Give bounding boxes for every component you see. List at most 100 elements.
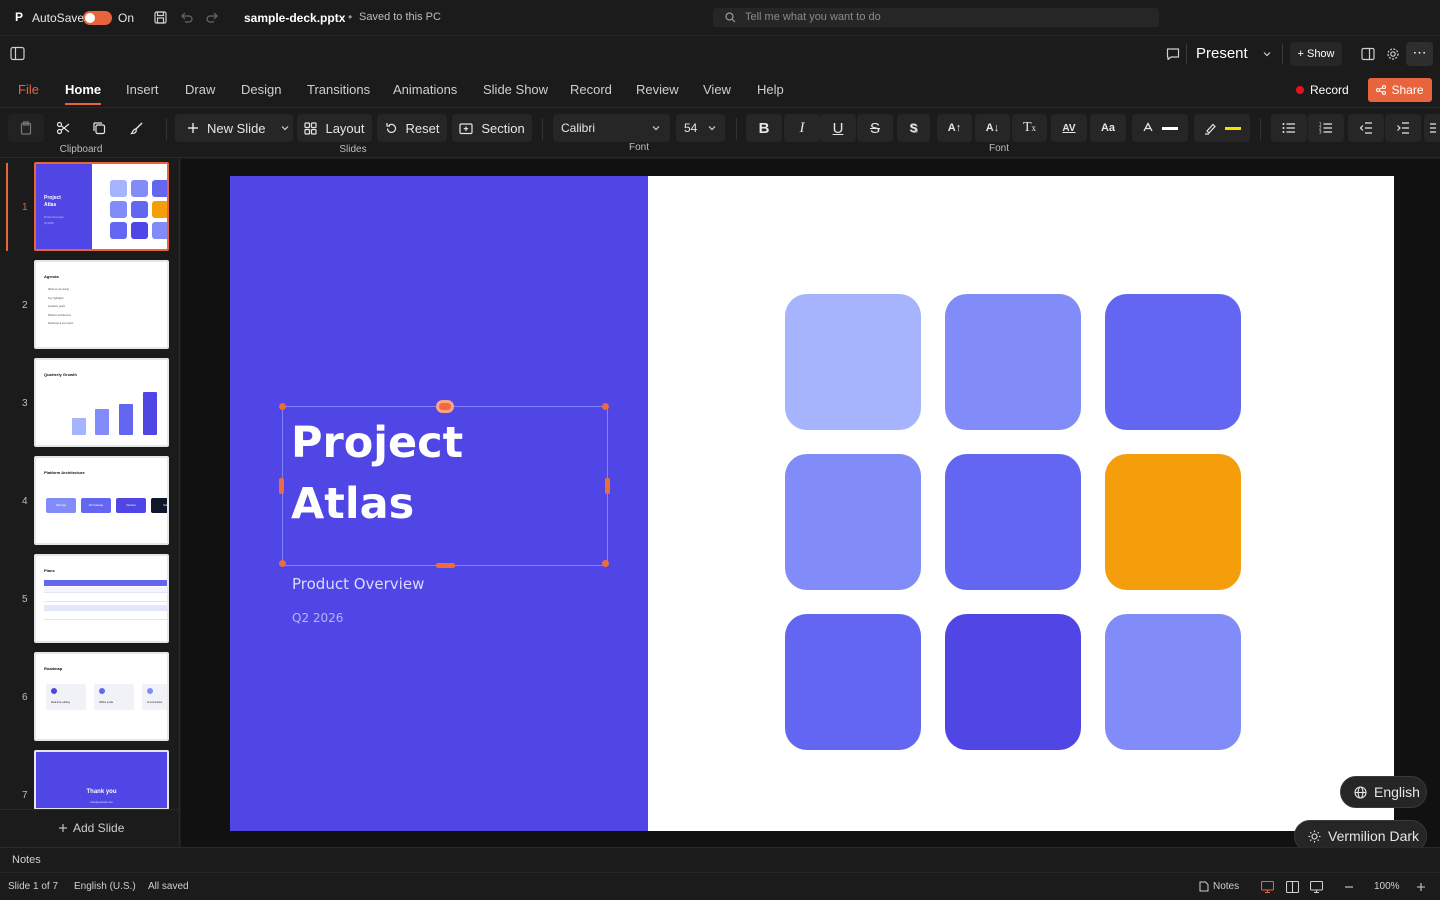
- home-ribbon: Clipboard New Slide Layout Reset Section…: [0, 108, 1440, 158]
- clear-formatting-button[interactable]: Tx: [1012, 114, 1047, 142]
- grid-tile[interactable]: [785, 294, 921, 430]
- bullets-button[interactable]: [1271, 114, 1307, 142]
- slide-date[interactable]: Q2 2026: [292, 611, 343, 625]
- grid-tile[interactable]: [945, 614, 1081, 750]
- language-button[interactable]: English: [1340, 776, 1427, 808]
- tab-draw[interactable]: Draw: [185, 72, 215, 108]
- slide-thumbnail-1[interactable]: Project Atlas Product Overview Q2 2026: [34, 162, 169, 251]
- tab-help[interactable]: Help: [757, 72, 784, 108]
- tab-transitions[interactable]: Transitions: [307, 72, 370, 108]
- more-options-icon[interactable]: ⋯: [1406, 42, 1433, 66]
- settings-gear-icon[interactable]: [1386, 47, 1400, 61]
- language-status[interactable]: English (U.S.): [74, 881, 136, 892]
- normal-view-icon[interactable]: [1261, 881, 1274, 893]
- tab-animations[interactable]: Animations: [393, 72, 457, 108]
- notes-bar[interactable]: Notes: [0, 847, 1440, 872]
- italic-button[interactable]: I: [784, 114, 820, 142]
- zoom-level[interactable]: 100%: [1374, 881, 1400, 892]
- resize-handle[interactable]: [279, 403, 286, 410]
- slide-thumbnail-2[interactable]: Agenda What we are doing Key highlights …: [34, 260, 169, 349]
- resize-handle[interactable]: [436, 563, 455, 568]
- grid-tile[interactable]: [1105, 294, 1241, 430]
- resize-handle[interactable]: [602, 403, 609, 410]
- redo-icon[interactable]: [206, 11, 219, 24]
- slide-subtitle[interactable]: Product Overview: [292, 575, 424, 593]
- grid-tile[interactable]: [785, 454, 921, 590]
- character-spacing-icon: AV: [1062, 122, 1076, 134]
- bold-button[interactable]: B: [746, 114, 782, 142]
- slide-thumbnail-7[interactable]: Thank you hello@example.com: [34, 750, 169, 810]
- tab-home[interactable]: Home: [65, 72, 102, 108]
- zoom-in-icon[interactable]: [1416, 882, 1426, 892]
- search-box[interactable]: Tell me what you want to do: [713, 8, 1159, 27]
- grid-tile[interactable]: [945, 294, 1081, 430]
- grid-tile[interactable]: [785, 614, 921, 750]
- increase-indent-button[interactable]: [1385, 114, 1421, 142]
- tab-view[interactable]: View: [703, 72, 731, 108]
- tab-slide-show[interactable]: Slide Show: [483, 72, 548, 108]
- tab-insert[interactable]: Insert: [126, 72, 159, 108]
- new-slide-button[interactable]: New Slide: [175, 114, 293, 142]
- font-size-select[interactable]: 54: [676, 114, 725, 142]
- sorter-view-icon[interactable]: [1286, 881, 1299, 893]
- increase-font-button[interactable]: A↑: [937, 114, 972, 142]
- tab-file[interactable]: File: [18, 72, 39, 108]
- decrease-font-button[interactable]: A↓: [975, 114, 1010, 142]
- font-color-button[interactable]: [1132, 114, 1188, 142]
- present-button[interactable]: Present: [1196, 45, 1248, 62]
- highlight-color-button[interactable]: [1194, 114, 1250, 142]
- slide-thumbnail-3[interactable]: Quarterly Growth: [34, 358, 169, 447]
- comments-icon[interactable]: [1166, 47, 1180, 61]
- grid-tile-accent[interactable]: [1105, 454, 1241, 590]
- slide-thumbnail-4[interactable]: Platform Architecture Web App API Gatewa…: [34, 456, 169, 545]
- copy-button[interactable]: [83, 114, 115, 142]
- numbering-button[interactable]: 123: [1308, 114, 1344, 142]
- resize-handle[interactable]: [279, 478, 284, 494]
- resize-handle[interactable]: [605, 478, 610, 494]
- font-name-select[interactable]: Calibri: [553, 114, 670, 142]
- title-textbox[interactable]: Project Atlas: [279, 400, 610, 568]
- slide-1[interactable]: Project Atlas Product Overview Q2 2026: [230, 176, 1394, 831]
- notes-icon: [1199, 881, 1209, 892]
- undo-icon[interactable]: [180, 11, 193, 24]
- resize-handle[interactable]: [602, 560, 609, 567]
- section-button[interactable]: Section: [452, 114, 532, 142]
- slide-thumbnail-5[interactable]: Plans: [34, 554, 169, 643]
- present-dropdown-icon[interactable]: [1262, 49, 1272, 59]
- cut-button[interactable]: [47, 114, 79, 142]
- change-case-button[interactable]: Aa: [1090, 114, 1126, 142]
- paste-button[interactable]: [8, 114, 44, 142]
- reset-button[interactable]: Reset: [377, 114, 447, 142]
- tab-review[interactable]: Review: [636, 72, 679, 108]
- more-ribbon-button[interactable]: [1424, 114, 1440, 142]
- save-icon[interactable]: [154, 11, 167, 24]
- format-painter-button[interactable]: [119, 114, 155, 142]
- slide-thumbnail-6[interactable]: Roadmap Real-time editing Offline mode A…: [34, 652, 169, 741]
- record-button[interactable]: Record: [1296, 81, 1349, 99]
- strikethrough-button[interactable]: S: [857, 114, 893, 142]
- text-shadow-button[interactable]: S: [897, 114, 930, 142]
- rotate-handle[interactable]: [436, 400, 454, 413]
- show-button[interactable]: + Show: [1290, 42, 1342, 66]
- thumb6-card-text: Real-time editing: [51, 701, 70, 704]
- zoom-out-icon[interactable]: [1344, 882, 1354, 892]
- autosave-toggle[interactable]: [83, 11, 112, 25]
- sidebar-toggle-icon[interactable]: [10, 46, 25, 61]
- notes-toggle[interactable]: Notes: [1199, 881, 1239, 892]
- add-slide-button[interactable]: Add Slide: [58, 821, 124, 835]
- thumb4-box: Services: [116, 498, 146, 513]
- resize-handle[interactable]: [279, 560, 286, 567]
- file-name[interactable]: sample-deck.pptx: [244, 11, 345, 25]
- share-button[interactable]: Share: [1368, 78, 1432, 102]
- slide-title[interactable]: Project Atlas: [291, 413, 463, 535]
- underline-button[interactable]: U: [820, 114, 856, 142]
- grid-tile[interactable]: [945, 454, 1081, 590]
- panel-layout-icon[interactable]: [1361, 47, 1375, 61]
- reading-view-icon[interactable]: [1310, 881, 1323, 893]
- character-spacing-button[interactable]: AV: [1051, 114, 1087, 142]
- tab-record[interactable]: Record: [570, 72, 612, 108]
- decrease-indent-button[interactable]: [1348, 114, 1384, 142]
- layout-button[interactable]: Layout: [297, 114, 372, 142]
- grid-tile[interactable]: [1105, 614, 1241, 750]
- tab-design[interactable]: Design: [241, 72, 281, 108]
